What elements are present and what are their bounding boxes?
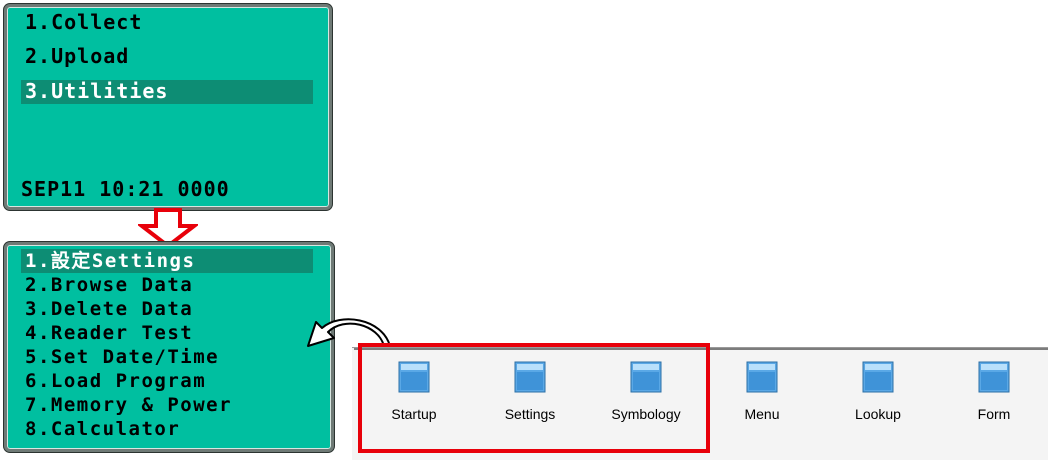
utilities-menu-screen: 1.設定Settings 2.Browse Data 3.Delete Data… [4,242,334,452]
menu-item-upload[interactable]: 2.Upload [21,45,133,69]
utilities-item-calculator[interactable]: 8.Calculator [21,417,184,441]
menu-item-utilities[interactable]: 3.Utilities [21,80,313,104]
folder-label: Lookup [855,406,901,422]
utilities-item-memory-power[interactable]: 7.Memory & Power [21,393,236,417]
folder-label: Menu [744,406,780,422]
folder-lookup[interactable]: Lookup [828,360,928,422]
highlight-box [358,343,710,453]
status-bar-datetime: SEP11 10:21 0000 [21,177,230,201]
utilities-item-browse-data[interactable]: 2.Browse Data [21,273,197,297]
utilities-item-reader-test[interactable]: 4.Reader Test [21,321,197,345]
menu-item-collect[interactable]: 1.Collect [21,11,146,35]
utilities-item-settings[interactable]: 1.設定Settings [21,249,313,273]
folder-icon [746,361,778,393]
folder-menu[interactable]: Menu [712,360,812,422]
utilities-item-delete-data[interactable]: 3.Delete Data [21,297,197,321]
folder-icon [862,361,894,393]
utilities-item-load-program[interactable]: 6.Load Program [21,369,210,393]
folder-form[interactable]: Form [944,360,1044,422]
folder-label: Form [977,406,1011,422]
utilities-item-set-date-time[interactable]: 5.Set Date/Time [21,345,223,369]
folder-icon [978,361,1010,393]
main-menu-screen: 1.Collect 2.Upload 3.Utilities SEP11 10:… [4,4,332,210]
